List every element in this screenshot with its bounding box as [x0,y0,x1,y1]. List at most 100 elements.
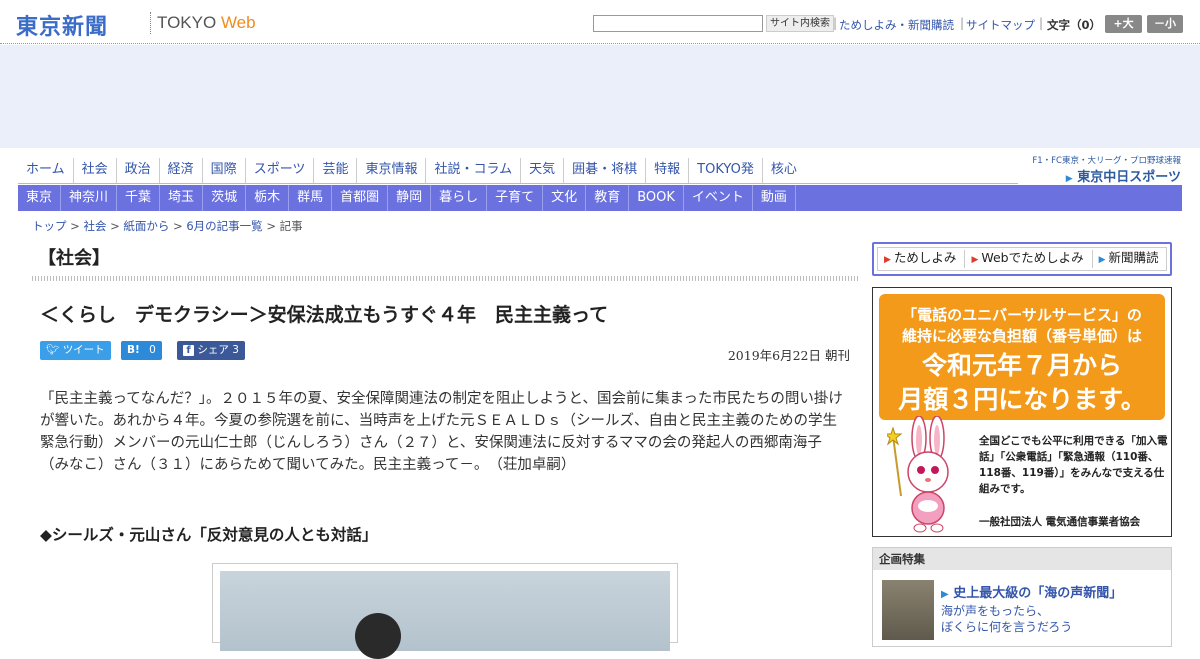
facebook-share-label: シェア [197,344,229,356]
primary-nav: ホーム 社会 政治 経済 国際 スポーツ 芸能 東京情報 社説・コラム 天気 囲… [18,158,1018,184]
breadcrumb-print[interactable]: 紙面から [123,219,169,233]
chunichi-arrow-icon: ▶ [1065,174,1073,184]
tab-subscribe[interactable]: ▶ 新聞購読 [1093,250,1167,268]
chunichi-brand: ▶ 東京中日スポーツ [1026,166,1181,185]
ad-headline-panel: 「電話のユニバーサルサービス」の 維持に必要な負担額（番号単価）は 令和元年７月… [879,294,1165,420]
header-divider: | [1039,16,1044,30]
nav-item-tokyo[interactable]: 東京 [18,185,62,211]
tweet-button[interactable]: 🐦︎ ツイート [40,341,111,360]
section-label: 【社会】 [38,248,110,269]
tab-web-trial-read-label: Webでためしよみ [981,250,1084,265]
tokyo-web-logo[interactable]: TOKYO Web [157,13,256,33]
section-divider [32,276,860,281]
nav-item-chiba[interactable]: 千葉 [117,185,161,211]
logo-divider [150,12,151,34]
facebook-share-button[interactable]: f シェア 3 [177,341,245,360]
nav-item-go-shogi[interactable]: 囲碁・将棋 [564,158,647,183]
breadcrumb-top[interactable]: トップ [32,219,67,233]
article-photo-image [220,571,670,659]
header-divider: | [833,16,838,30]
site-header: 東京新聞 TOKYO Web サイト内検索 | ためしよみ・新聞購読 | サイト… [0,0,1200,44]
hatena-bookmark-button[interactable]: B! 0 [121,341,162,360]
font-smaller-button[interactable]: －小 [1147,15,1183,33]
nav-item-gunma[interactable]: 群馬 [289,185,333,211]
nav-item-sports[interactable]: スポーツ [246,158,315,183]
nav-item-ibaraki[interactable]: 茨城 [203,185,247,211]
site-search-button[interactable]: サイト内検索 [766,15,834,32]
rabbit-mascot-icon [887,416,949,533]
triangle-icon: ▶ [971,255,979,265]
special-feature-heading: 企画特集 [873,548,1171,570]
facebook-icon: f [183,345,194,356]
tab-web-trial-read[interactable]: ▶ Webでためしよみ [965,250,1093,268]
universal-service-ad[interactable]: 「電話のユニバーサルサービス」の 維持に必要な負担額（番号単価）は 令和元年７月… [872,287,1172,537]
nav-item-society[interactable]: 社会 [74,158,117,183]
subscription-tabs: ▶ ためしよみ ▶ Webでためしよみ ▶ 新聞購読 [872,242,1172,276]
tweet-label: ツイート [62,344,105,356]
nav-item-tochigi[interactable]: 栃木 [246,185,290,211]
site-search-input[interactable] [593,15,763,32]
special-feature-desc-line-2: ぼくらに何を言うだろう [941,620,1073,634]
ad-line-1: 「電話のユニバーサルサービス」の [902,306,1142,324]
chunichi-brand-label: 東京中日スポーツ [1077,170,1181,185]
ad-body-text: 全国どこでも公平に利用できる「加入電話」「公衆電話」「緊急通報（110番、118… [979,435,1168,495]
publish-date: 2019年6月22日 朝刊 [727,348,850,363]
nav-item-weather[interactable]: 天気 [521,158,565,183]
nav-item-shutoken[interactable]: 首都圏 [332,185,389,211]
chunichi-tagline: F1・FC東京・大リーグ・プロ野球速報 [1032,156,1181,166]
nav-item-special-report[interactable]: 特報 [646,158,690,183]
nav-item-video[interactable]: 動画 [753,185,796,211]
nav-item-culture[interactable]: 文化 [543,185,587,211]
logo-web-text: Web [220,13,256,32]
nav-item-politics[interactable]: 政治 [117,158,160,183]
nav-item-home[interactable]: ホーム [18,158,74,183]
twitter-bird-icon: 🐦︎ [46,344,60,356]
nav-item-living[interactable]: 暮らし [431,185,488,211]
special-feature-link[interactable]: ▶ 史上最大級の「海の声新聞」 [941,582,1122,601]
photo-person [355,613,401,659]
nav-item-core[interactable]: 核心 [763,158,805,183]
tab-subscribe-label: 新聞購読 [1108,250,1159,265]
special-feature-desc-line-1: 海が声をもったら、 [941,604,1050,618]
triangle-icon: ▶ [941,589,949,600]
nav-item-tokyo-info[interactable]: 東京情報 [357,158,427,183]
nav-item-shizuoka[interactable]: 静岡 [388,185,432,211]
nav-item-economy[interactable]: 経済 [160,158,203,183]
nav-item-entertainment[interactable]: 芸能 [314,158,358,183]
nav-item-tokyo-hatsu[interactable]: TOKYO発 [689,158,763,183]
triangle-icon: ▶ [1098,255,1106,265]
nav-item-kanagawa[interactable]: 神奈川 [61,185,118,211]
nav-item-parenting[interactable]: 子育て [487,185,544,211]
sitemap-link[interactable]: サイトマップ [966,17,1035,33]
trial-subscribe-link[interactable]: ためしよみ・新聞購読 [839,17,954,33]
article-subhead: ◆シールズ・元山さん「反対意見の人とも対話」 [40,526,378,544]
nav-item-event[interactable]: イベント [684,185,753,211]
breadcrumb-current: 記事 [279,219,303,233]
nav-item-education[interactable]: 教育 [586,185,630,211]
special-feature-thumbnail[interactable] [882,580,934,640]
hatena-icon: B! [127,344,140,356]
font-size-label: 文字（0） [1047,18,1102,32]
triangle-icon: ▶ [884,255,891,265]
site-logo[interactable]: 東京新聞 [16,9,108,41]
special-feature-description[interactable]: 海が声をもったら、 ぼくらに何を言うだろう [941,603,1072,635]
top-ad-banner[interactable] [0,45,1200,148]
tab-trial-read[interactable]: ▶ ためしよみ [878,250,966,268]
ad-line-2: 維持に必要な負担額（番号単価）は [901,327,1142,345]
special-feature-title: 史上最大級の「海の声新聞」 [953,586,1123,601]
nav-item-editorials[interactable]: 社説・コラム [426,158,522,183]
nav-item-book[interactable]: BOOK [629,185,684,211]
nav-item-international[interactable]: 国際 [203,158,246,183]
article-lead: 「民主主義ってなんだ？」。２０１５年の夏、安全保障関連法の制定を阻止しようと、国… [40,391,843,473]
special-feature-box: 企画特集 ▶ 史上最大級の「海の声新聞」 海が声をもったら、 ぼくらに何を言うだ… [872,547,1172,647]
logo-tokyo-text: TOKYO [157,13,217,32]
facebook-share-count: 3 [232,344,239,356]
breadcrumb-june-list[interactable]: 6月の記事一覧 [186,219,262,233]
article-headline: ＜くらし デモクラシー＞安保法成立もうすぐ４年 民主主義って [40,304,609,326]
breadcrumb-society[interactable]: 社会 [83,219,106,233]
article-photo[interactable] [212,563,678,659]
header-divider: | [960,16,965,30]
font-larger-button[interactable]: +大 [1105,15,1142,33]
nav-item-saitama[interactable]: 埼玉 [160,185,204,211]
chunichi-sports-link[interactable]: F1・FC東京・大リーグ・プロ野球速報 ▶ 東京中日スポーツ [1026,154,1181,185]
